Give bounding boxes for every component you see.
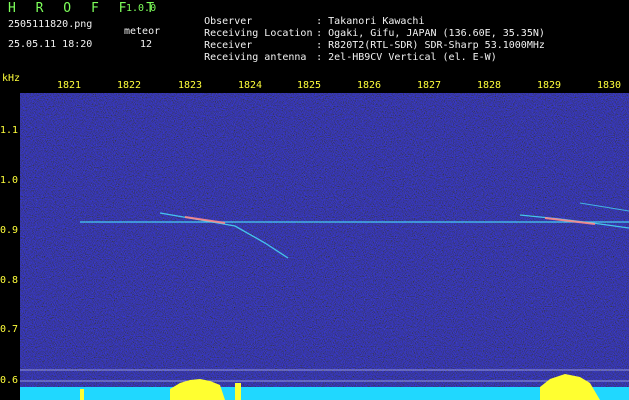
x-tick-label: 1830: [596, 80, 622, 91]
x-tick-label: 1823: [177, 80, 203, 91]
app-version: 1.0.0: [126, 3, 157, 14]
x-tick-label: 1827: [416, 80, 442, 91]
signal-peak: [235, 383, 241, 400]
x-tick-label: 1821: [56, 80, 82, 91]
x-tick-label: 1825: [296, 80, 322, 91]
signal-peak: [80, 389, 84, 400]
y-tick-label: 0.7: [0, 324, 19, 335]
meteor-label: meteor: [124, 26, 161, 37]
noise-speckles: [20, 93, 629, 400]
hrofft-window: H R O F F T 1.0.0 2505111820.png meteor …: [0, 0, 629, 400]
info-colon: :: [316, 52, 329, 63]
x-tick-label: 1824: [237, 80, 263, 91]
x-tick-label: 1822: [116, 80, 142, 91]
date-time: 25.05.11 18:20: [8, 39, 93, 50]
y-tick-label: 1.1: [0, 125, 19, 136]
info-antenna: Receiving antenna: 2el-HB9CV Vertical (e…: [180, 41, 497, 74]
spectrogram-plot: [20, 93, 629, 400]
x-tick-label: 1826: [356, 80, 382, 91]
info-label: Receiving antenna: [204, 52, 307, 63]
info-value: 2el-HB9CV Vertical (el. E-W): [328, 52, 497, 63]
signal-band: [20, 387, 629, 400]
x-tick-label: 1829: [536, 80, 562, 91]
meteor-count: 12: [140, 39, 153, 50]
x-tick-label: 1828: [476, 80, 502, 91]
y-tick-label: 0.8: [0, 275, 19, 286]
y-tick-label: 1.0: [0, 175, 19, 186]
y-tick-label: 0.6: [0, 375, 19, 386]
y-axis-unit: kHz: [2, 73, 21, 84]
file-name: 2505111820.png: [8, 19, 93, 30]
y-tick-label: 0.9: [0, 225, 19, 236]
